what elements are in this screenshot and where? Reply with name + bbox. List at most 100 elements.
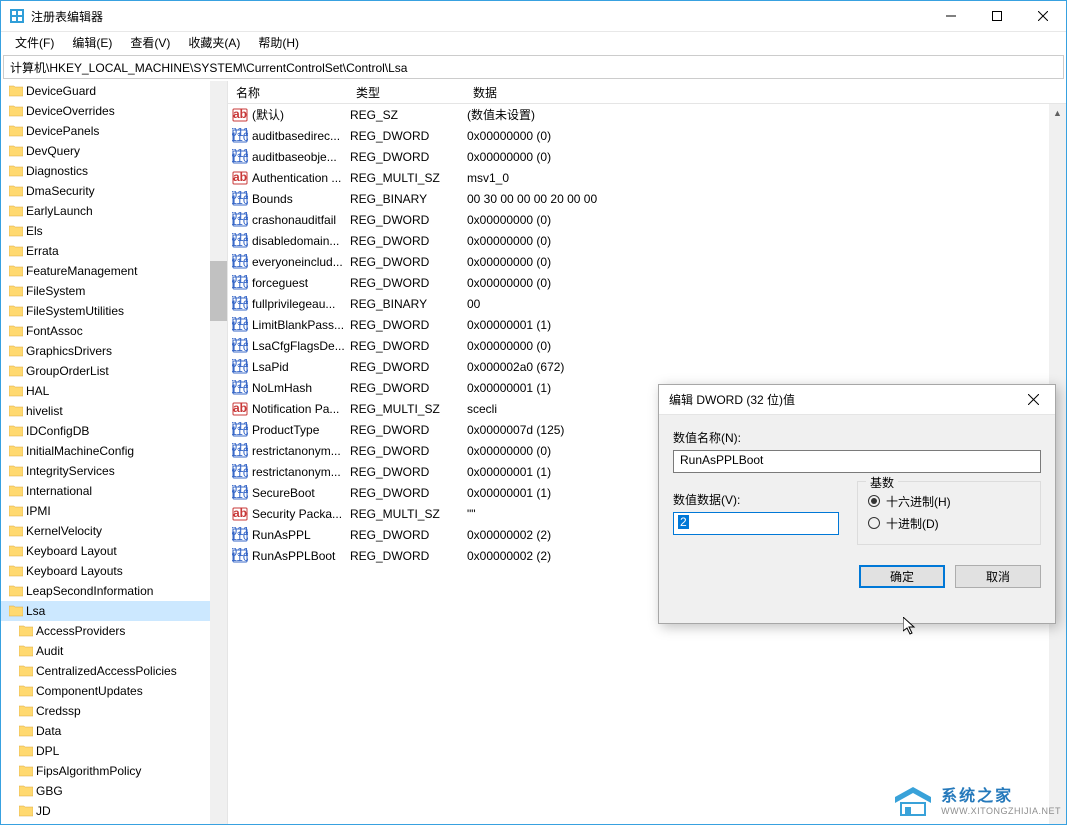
tree-item[interactable]: DPL bbox=[1, 741, 210, 761]
tree-item[interactable]: FeatureManagement bbox=[1, 261, 210, 281]
tree-item-label: DevicePanels bbox=[26, 124, 99, 138]
tree-item-label: GBG bbox=[36, 784, 63, 798]
menu-edit[interactable]: 编辑(E) bbox=[64, 32, 120, 53]
header-name[interactable]: 名称 bbox=[228, 81, 348, 104]
base-groupbox: 基数 十六进制(H) 十进制(D) bbox=[857, 481, 1041, 545]
value-row[interactable]: 011110LsaPidREG_DWORD0x000002a0 (672) bbox=[228, 356, 1066, 377]
titlebar[interactable]: 注册表编辑器 bbox=[1, 1, 1066, 31]
tree-item[interactable]: HAL bbox=[1, 381, 210, 401]
value-row[interactable]: 011110auditbaseobje...REG_DWORD0x0000000… bbox=[228, 146, 1066, 167]
tree-item[interactable]: LeapSecondInformation bbox=[1, 581, 210, 601]
menu-view[interactable]: 查看(V) bbox=[122, 32, 178, 53]
tree-item[interactable]: JD bbox=[1, 801, 210, 821]
address-bar[interactable]: 计算机\HKEY_LOCAL_MACHINE\SYSTEM\CurrentCon… bbox=[3, 55, 1064, 79]
tree-item[interactable]: Audit bbox=[1, 641, 210, 661]
tree-item-label: FontAssoc bbox=[26, 324, 83, 338]
tree-item[interactable]: Credssp bbox=[1, 701, 210, 721]
tree-item[interactable]: Data bbox=[1, 721, 210, 741]
value-row[interactable]: ab(默认)REG_SZ(数值未设置) bbox=[228, 104, 1066, 125]
menu-help[interactable]: 帮助(H) bbox=[250, 32, 307, 53]
tree-item[interactable]: GraphicsDrivers bbox=[1, 341, 210, 361]
tree-panel[interactable]: DeviceGuardDeviceOverrides DevicePanels De… bbox=[1, 81, 228, 824]
tree-item[interactable]: FipsAlgorithmPolicy bbox=[1, 761, 210, 781]
close-button[interactable] bbox=[1020, 1, 1066, 31]
value-row[interactable]: 011110fullprivilegeau...REG_BINARY00 bbox=[228, 293, 1066, 314]
value-row[interactable]: 011110disabledomain...REG_DWORD0x0000000… bbox=[228, 230, 1066, 251]
tree-item[interactable]: Els bbox=[1, 221, 210, 241]
tree-item[interactable]: Diagnostics bbox=[1, 161, 210, 181]
scroll-up-icon[interactable]: ▲ bbox=[1049, 104, 1066, 121]
value-name-label: 数值名称(N): bbox=[673, 429, 1041, 446]
value-data: 0x00000000 (0) bbox=[467, 276, 1066, 290]
tree-item[interactable]: KernelVelocity bbox=[1, 521, 210, 541]
value-row[interactable]: 011110LimitBlankPass...REG_DWORD0x000000… bbox=[228, 314, 1066, 335]
tree-item[interactable]: Lsa bbox=[1, 601, 210, 621]
menu-favorites[interactable]: 收藏夹(A) bbox=[180, 32, 248, 53]
tree-item[interactable]: FontAssoc bbox=[1, 321, 210, 341]
tree-item-label: LeapSecondInformation bbox=[26, 584, 153, 598]
tree-item-label: Lsa bbox=[26, 604, 45, 618]
tree-item[interactable]: GBG bbox=[1, 781, 210, 801]
tree-item[interactable]: CentralizedAccessPolicies bbox=[1, 661, 210, 681]
value-row[interactable]: 011110crashonauditfailREG_DWORD0x0000000… bbox=[228, 209, 1066, 230]
tree-item[interactable]: IDConfigDB bbox=[1, 421, 210, 441]
value-name-input[interactable]: RunAsPPLBoot bbox=[673, 450, 1041, 473]
scrollbar-thumb[interactable] bbox=[210, 261, 227, 321]
tree-item[interactable]: Keyboard Layouts bbox=[1, 561, 210, 581]
value-row[interactable]: 011110LsaCfgFlagsDe...REG_DWORD0x0000000… bbox=[228, 335, 1066, 356]
cancel-button[interactable]: 取消 bbox=[955, 565, 1041, 588]
tree-item[interactable]: GroupOrderList bbox=[1, 361, 210, 381]
maximize-button[interactable] bbox=[974, 1, 1020, 31]
tree-item-label: Errata bbox=[26, 244, 59, 258]
value-type: REG_DWORD bbox=[350, 318, 467, 332]
radio-hex[interactable]: 十六进制(H) bbox=[868, 490, 1030, 512]
address-text: 计算机\HKEY_LOCAL_MACHINE\SYSTEM\CurrentCon… bbox=[10, 59, 1057, 76]
value-name: Security Packa... bbox=[252, 507, 350, 521]
radio-icon bbox=[868, 495, 880, 507]
tree-item[interactable]: IPMI bbox=[1, 501, 210, 521]
minimize-button[interactable] bbox=[928, 1, 974, 31]
tree-item[interactable]: EarlyLaunch bbox=[1, 201, 210, 221]
ok-button[interactable]: 确定 bbox=[859, 565, 945, 588]
svg-text:ab: ab bbox=[233, 401, 247, 415]
tree-item[interactable]: hivelist bbox=[1, 401, 210, 421]
tree-item-label: EarlyLaunch bbox=[26, 204, 93, 218]
tree-item[interactable]: FileSystemUtilities bbox=[1, 301, 210, 321]
value-name: LsaCfgFlagsDe... bbox=[252, 339, 350, 353]
tree-item[interactable]: IntegrityServices bbox=[1, 461, 210, 481]
tree-item[interactable]: Errata bbox=[1, 241, 210, 261]
svg-text:110: 110 bbox=[232, 466, 248, 480]
header-type[interactable]: 类型 bbox=[348, 81, 465, 104]
value-row[interactable]: 011110BoundsREG_BINARY00 30 00 00 00 20 … bbox=[228, 188, 1066, 209]
value-row[interactable]: abAuthentication ...REG_MULTI_SZmsv1_0 bbox=[228, 167, 1066, 188]
svg-text:110: 110 bbox=[232, 550, 248, 564]
value-row[interactable]: 011110everyoneinclud...REG_DWORD0x000000… bbox=[228, 251, 1066, 272]
tree-item[interactable]: AccessProviders bbox=[1, 621, 210, 641]
tree-item[interactable]: DeviceGuard bbox=[1, 81, 210, 101]
value-data-input[interactable]: 2 bbox=[673, 512, 839, 535]
tree-item[interactable]: International bbox=[1, 481, 210, 501]
svg-text:110: 110 bbox=[232, 445, 248, 459]
radio-icon bbox=[868, 517, 880, 529]
value-name: everyoneinclud... bbox=[252, 255, 350, 269]
tree-item[interactable]: DmaSecurity bbox=[1, 181, 210, 201]
value-name: Bounds bbox=[252, 192, 350, 206]
tree-item-label: DmaSecurity bbox=[26, 184, 95, 198]
value-data: 0x00000000 (0) bbox=[467, 129, 1066, 143]
dialog-titlebar[interactable]: 编辑 DWORD (32 位)值 bbox=[659, 385, 1055, 415]
value-row[interactable]: 011110auditbasedirec...REG_DWORD0x000000… bbox=[228, 125, 1066, 146]
tree-item[interactable]: InitialMachineConfig bbox=[1, 441, 210, 461]
tree-scrollbar[interactable] bbox=[210, 81, 227, 824]
tree-item[interactable]: DevicePanels bbox=[1, 121, 210, 141]
menu-file[interactable]: 文件(F) bbox=[7, 32, 62, 53]
value-row[interactable]: 011110forceguestREG_DWORD0x00000000 (0) bbox=[228, 272, 1066, 293]
header-data[interactable]: 数据 bbox=[465, 81, 1066, 104]
tree-item[interactable]: DeviceOverrides bbox=[1, 101, 210, 121]
dialog-close-button[interactable] bbox=[1022, 392, 1045, 408]
tree-item[interactable]: DevQuery bbox=[1, 141, 210, 161]
value-name: Authentication ... bbox=[252, 171, 350, 185]
radio-dec[interactable]: 十进制(D) bbox=[868, 512, 1030, 534]
tree-item[interactable]: Keyboard Layout bbox=[1, 541, 210, 561]
tree-item[interactable]: ComponentUpdates bbox=[1, 681, 210, 701]
tree-item[interactable]: FileSystem bbox=[1, 281, 210, 301]
